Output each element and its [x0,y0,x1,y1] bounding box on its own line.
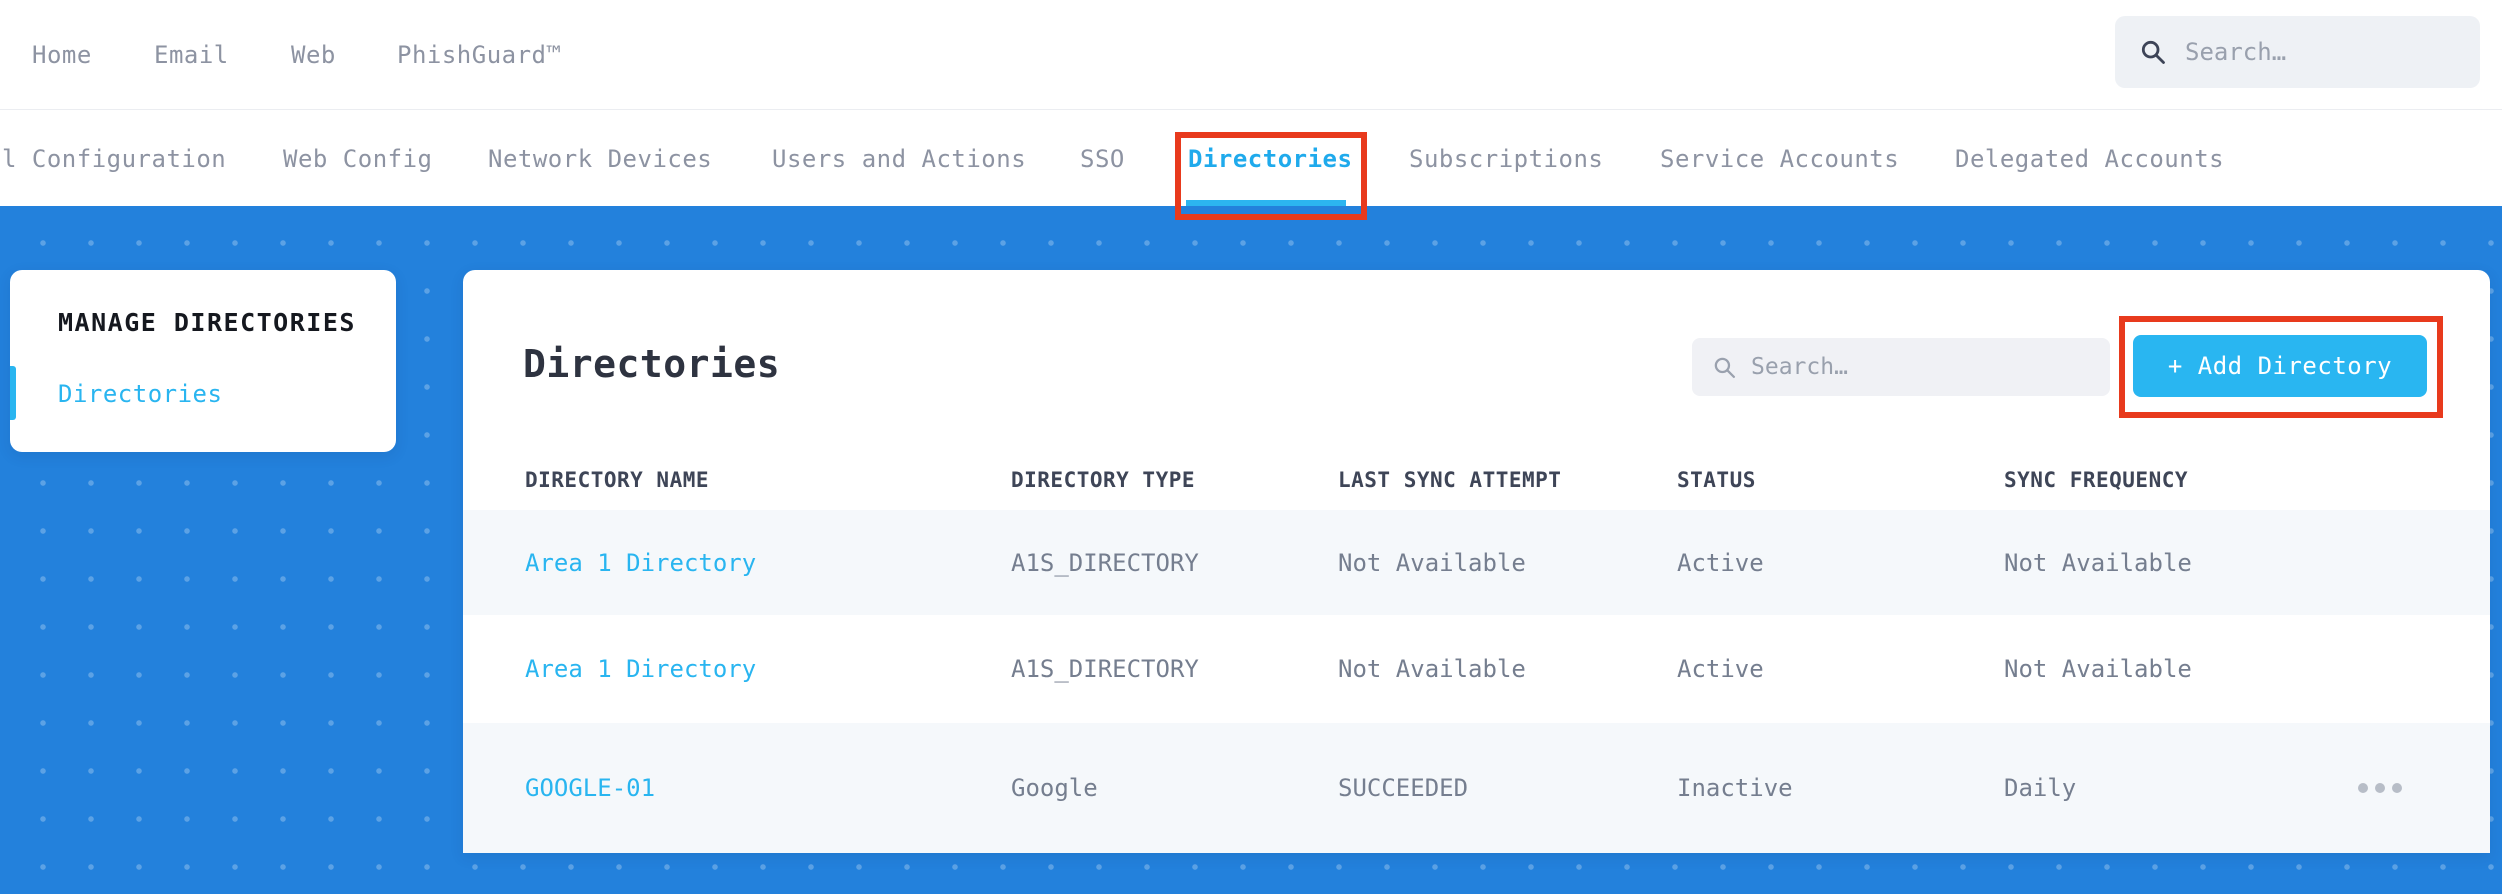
manage-directories-card: MANAGE DIRECTORIES Directories [10,270,396,452]
search-icon [1712,355,1737,380]
sync-frequency-cell: Daily [2004,774,2077,802]
column-header-directory-name: DIRECTORY NAME [525,468,710,492]
column-header-sync-frequency: SYNC FREQUENCY [2004,468,2189,492]
directories-search-input[interactable] [1751,354,2090,380]
table-row: GOOGLE-01 Google SUCCEEDED Inactive Dail… [463,723,2490,853]
page-title: Directories [523,342,781,386]
status-cell: Active [1677,548,1764,577]
app-root: Home Email Web PhishGuard™ l Configurati… [0,0,2502,894]
status-cell: Inactive [1677,774,1793,802]
column-header-status: STATUS [1677,468,1756,492]
last-sync-cell: Not Available [1338,655,1526,683]
directories-search-box[interactable] [1692,338,2110,396]
nav-item-email[interactable]: Email [154,0,229,110]
column-header-last-sync-attempt: LAST SYNC ATTEMPT [1338,468,1562,492]
sidebar-active-indicator [10,366,16,420]
nav-item-home[interactable]: Home [32,0,92,110]
tab-service-accounts[interactable]: Service Accounts [1660,111,1899,206]
directories-panel: Directories + Add Directory DIRECTORY NA… [463,270,2490,853]
column-header-directory-type: DIRECTORY TYPE [1011,468,1196,492]
sidebar-item-directories[interactable]: Directories [58,380,222,408]
directory-name-link[interactable]: Area 1 Directory [525,655,1011,683]
directory-name-link[interactable]: Area 1 Directory [525,549,1011,577]
table-header-row: DIRECTORY NAME DIRECTORY TYPE LAST SYNC … [463,445,2490,515]
active-tab-underline [1186,200,1346,206]
search-icon [2139,38,2167,66]
global-search-input[interactable] [2185,38,2456,66]
tab-web-config[interactable]: Web Config [283,111,433,206]
global-search-box[interactable] [2115,16,2480,88]
table-row: Area 1 Directory A1S_DIRECTORY Not Avail… [463,615,2490,723]
tab-subscriptions[interactable]: Subscriptions [1409,111,1603,206]
sub-nav: l Configuration Web Config Network Devic… [0,111,2502,206]
tab-email-configuration[interactable]: l Configuration [2,111,226,206]
tab-delegated-accounts[interactable]: Delegated Accounts [1955,111,2224,206]
table-row: Area 1 Directory A1S_DIRECTORY Not Avail… [463,510,2490,615]
sync-frequency-cell: Not Available [2004,655,2192,683]
nav-item-phishguard[interactable]: PhishGuard™ [397,0,561,110]
sidebar-title: MANAGE DIRECTORIES [58,308,356,337]
add-directory-button[interactable]: + Add Directory [2133,335,2427,397]
directory-type-cell: A1S_DIRECTORY [1011,655,1199,683]
directory-type-cell: Google [1011,774,1098,802]
ellipsis-menu-icon[interactable] [2358,783,2416,793]
tab-users-and-actions[interactable]: Users and Actions [772,111,1026,206]
sync-frequency-cell: Not Available [2004,548,2192,577]
tab-sso[interactable]: SSO [1080,111,1125,206]
last-sync-cell: SUCCEEDED [1338,774,1469,802]
nav-item-web[interactable]: Web [291,0,336,110]
last-sync-cell: Not Available [1338,548,1526,577]
status-cell: Active [1677,655,1764,683]
directory-name-link[interactable]: GOOGLE-01 [525,774,1011,802]
top-nav: Home Email Web PhishGuard™ [0,0,2502,110]
directory-type-cell: A1S_DIRECTORY [1011,548,1199,577]
tab-directories[interactable]: Directories [1188,111,1352,206]
tab-network-devices[interactable]: Network Devices [488,111,712,206]
